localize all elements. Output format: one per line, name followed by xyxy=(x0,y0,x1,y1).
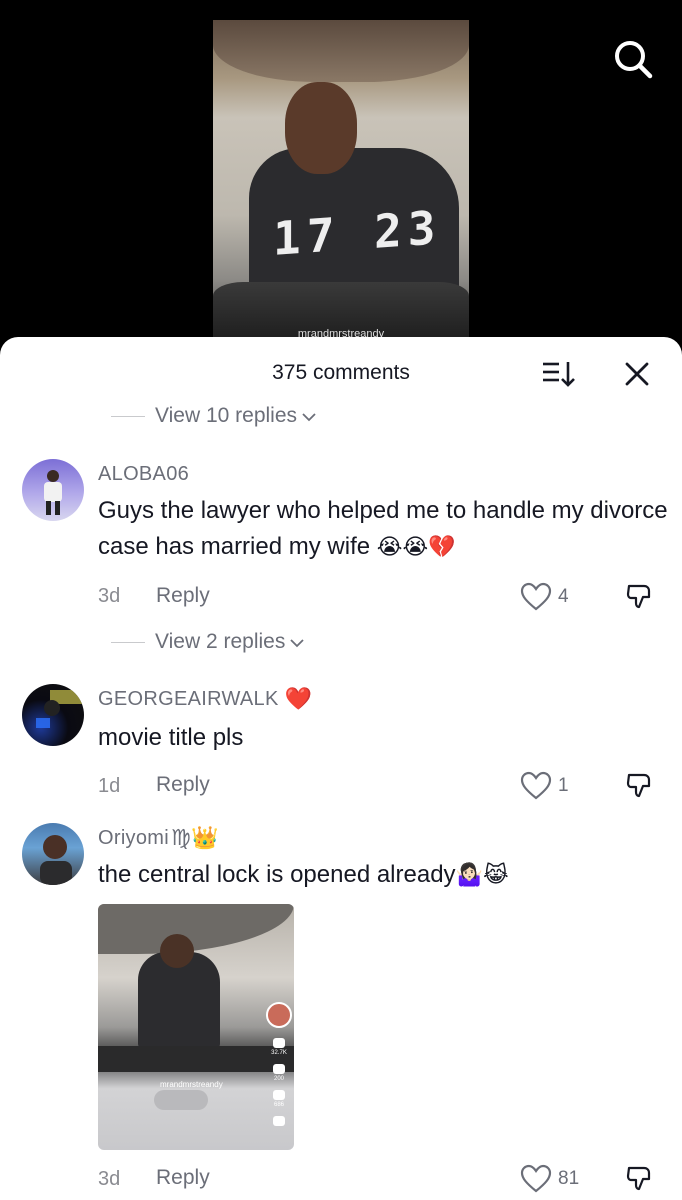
comment-count: 375 comments xyxy=(272,361,410,384)
sort-icon[interactable] xyxy=(541,359,577,389)
video-frame[interactable]: 17 23 mrandmrstreandy xyxy=(213,20,469,345)
thumb-dashboard xyxy=(98,1046,294,1072)
person-head xyxy=(285,82,357,174)
thumb-comment-icon xyxy=(273,1064,285,1074)
like-count: 4 xyxy=(558,586,569,607)
like-count: 81 xyxy=(558,1168,580,1189)
dislike-icon[interactable] xyxy=(624,582,654,612)
comment-text: Guys the lawyer who helped me to handle … xyxy=(98,493,668,566)
reply-button[interactable]: Reply xyxy=(156,1166,210,1190)
comment-username[interactable]: Oriyomi ♍👑 xyxy=(98,826,219,851)
comment-time: 3d xyxy=(98,1168,121,1190)
thumb-heart-icon xyxy=(273,1038,285,1048)
heart-icon xyxy=(520,1164,552,1193)
username-label: Oriyomi xyxy=(98,827,169,849)
search-icon[interactable] xyxy=(612,38,654,80)
thumb-save-count: 686 xyxy=(273,1102,284,1108)
view-replies-top[interactable]: View 10 replies xyxy=(111,401,317,431)
thumb-bookmark-icon xyxy=(273,1090,285,1100)
comment-body: the central lock is opened already xyxy=(98,861,456,888)
view-replies-comment-1[interactable]: View 2 replies xyxy=(111,627,305,657)
thumb-action-rail: 32.7K 200 686 xyxy=(266,1002,292,1128)
car-roof xyxy=(213,20,469,82)
video-player[interactable]: 17 23 mrandmrstreandy xyxy=(0,0,682,345)
divider-line xyxy=(111,641,145,643)
comment-username[interactable]: GEORGEAIRWALK ❤️ xyxy=(98,687,312,712)
view-replies-label: View 2 replies xyxy=(155,630,286,653)
comment-emojis: 🤷🏻‍♀️😹 xyxy=(455,862,509,888)
like-count: 1 xyxy=(558,775,569,796)
chevron-down-icon xyxy=(289,630,305,654)
thumb-like-count: 32.7K xyxy=(271,1050,287,1056)
thumb-username: mrandmrstreandy xyxy=(160,1080,223,1089)
divider-line xyxy=(111,415,145,417)
dislike-icon[interactable] xyxy=(624,771,654,801)
attached-video-thumbnail[interactable]: mrandmrstreandy 32.7K 200 686 xyxy=(98,904,294,1150)
comment-time: 3d xyxy=(98,585,121,607)
like-button[interactable]: 1 xyxy=(520,771,569,801)
reply-button[interactable]: Reply xyxy=(156,773,210,797)
heart-icon xyxy=(520,771,552,800)
reply-button[interactable]: Reply xyxy=(156,584,210,608)
comment-text: the central lock is opened already🤷🏻‍♀️😹 xyxy=(98,857,668,894)
comment-username[interactable]: ALOBA06 xyxy=(98,463,189,486)
username-label: GEORGEAIRWALK xyxy=(98,688,279,710)
thumb-person-head xyxy=(160,934,194,968)
avatar[interactable] xyxy=(22,459,84,521)
thumb-car-roof xyxy=(98,904,294,954)
view-replies-label: View 10 replies xyxy=(155,404,298,427)
comment-emojis: 😭😭💔 xyxy=(376,534,456,560)
like-button[interactable]: 4 xyxy=(520,582,569,612)
comment-time: 1d xyxy=(98,775,121,797)
thumb-comment-count: 200 xyxy=(273,1076,284,1082)
avatar[interactable] xyxy=(22,684,84,746)
comments-sheet: 375 comments View 10 replies ALOBA06 Guy… xyxy=(0,337,682,1200)
close-icon[interactable] xyxy=(620,357,654,391)
thumb-share-icon xyxy=(273,1116,285,1126)
heart-icon xyxy=(520,582,552,611)
comment-text: movie title pls xyxy=(98,724,244,751)
like-button[interactable]: 81 xyxy=(520,1164,579,1194)
dislike-icon[interactable] xyxy=(624,1164,654,1194)
chevron-down-icon xyxy=(301,404,317,428)
virgo-crown-badge-icon: ♍👑 xyxy=(171,826,219,851)
thumb-door-handle xyxy=(154,1090,208,1110)
thumb-avatar xyxy=(266,1002,292,1028)
heart-badge-icon: ❤️ xyxy=(284,687,313,712)
comments-header: 375 comments xyxy=(0,337,682,409)
avatar[interactable] xyxy=(22,823,84,885)
